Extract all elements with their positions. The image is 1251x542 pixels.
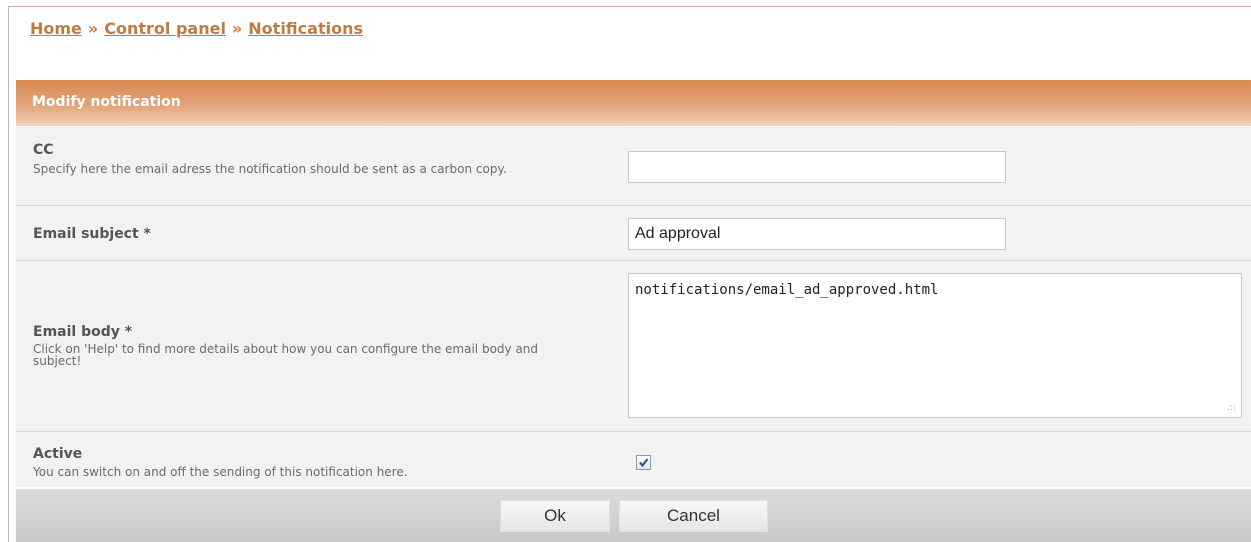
cancel-button[interactable]: Cancel bbox=[619, 500, 768, 532]
email-subject-input[interactable] bbox=[628, 218, 1006, 250]
breadcrumb-notifications-link[interactable]: Notifications bbox=[248, 19, 363, 38]
active-checkbox[interactable] bbox=[636, 455, 651, 470]
active-description: You can switch on and off the sending of… bbox=[33, 465, 408, 479]
active-label: Active bbox=[33, 446, 83, 462]
ok-button[interactable]: Ok bbox=[500, 500, 610, 532]
email-body-textarea[interactable]: notifications/email_ad_approved.html bbox=[628, 273, 1242, 418]
breadcrumb-home-link[interactable]: Home bbox=[30, 19, 82, 38]
email-subject-label: Email subject * bbox=[33, 226, 151, 242]
panel-header: Modify notification bbox=[16, 80, 1251, 126]
footer-button-bar: Ok Cancel bbox=[16, 489, 1251, 542]
email-body-row: Email body * Click on 'Help' to find mor… bbox=[16, 261, 1251, 432]
breadcrumb-separator: » bbox=[231, 19, 243, 38]
cc-description: Specify here the email adress the notifi… bbox=[33, 162, 507, 176]
breadcrumb-control-panel-link[interactable]: Control panel bbox=[104, 19, 226, 38]
cc-label: CC bbox=[33, 142, 54, 158]
email-body-label: Email body * bbox=[33, 324, 133, 340]
panel-title: Modify notification bbox=[32, 94, 181, 110]
active-row: Active You can switch on and off the sen… bbox=[16, 432, 1251, 487]
checkmark-icon bbox=[639, 458, 649, 468]
cc-row: CC Specify here the email adress the not… bbox=[16, 127, 1251, 206]
breadcrumb-separator: » bbox=[87, 19, 99, 38]
breadcrumb: Home » Control panel » Notifications bbox=[30, 19, 363, 38]
email-subject-row: Email subject * bbox=[16, 206, 1251, 261]
cc-input[interactable] bbox=[628, 151, 1006, 183]
email-body-description: Click on 'Help' to find more details abo… bbox=[33, 342, 539, 368]
resize-grip-icon[interactable]: .:: bbox=[1227, 404, 1236, 413]
